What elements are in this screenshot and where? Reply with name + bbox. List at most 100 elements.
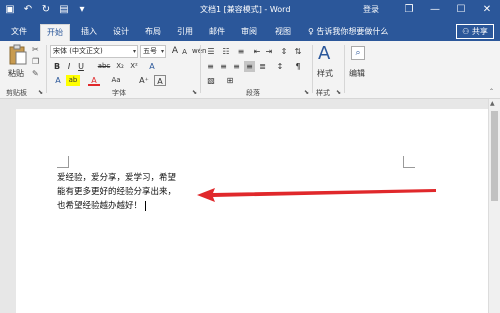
print-preview-icon[interactable]: ▤ (58, 3, 70, 17)
clipboard-launcher-icon[interactable]: ⬊ (38, 89, 43, 96)
document-line-last: 也希望经验越办越好！ (57, 199, 147, 211)
scrollbar-thumb[interactable] (491, 111, 498, 201)
text-effects-icon[interactable]: A (146, 61, 158, 72)
tab-file[interactable]: 文件 (8, 24, 30, 41)
styles-launcher-icon[interactable]: ⬊ (336, 89, 341, 96)
ribbon-tabs: 文件 开始 插入 设计 布局 引用 邮件 审阅 视图 ♀ 告诉我你想要做什么 ⚇… (0, 21, 500, 41)
strikethrough-icon[interactable]: abc (96, 61, 112, 72)
ribbon-home: 粘贴 ✂ ❐ ✎ 剪贴板 ⬊ 宋体 (中文正文) ▾ 五号 ▾ A A wén … (0, 41, 500, 99)
group-divider (46, 45, 47, 93)
format-painter-icon[interactable]: ✎ (32, 69, 39, 78)
change-case-icon[interactable]: Aa (108, 75, 124, 86)
underline-icon[interactable]: U (76, 61, 86, 72)
text-cursor (145, 200, 147, 211)
bullets-icon[interactable]: ☰ (205, 46, 217, 57)
document-title: 文档1 [兼容模式] - Word (200, 5, 291, 14)
highlight-icon[interactable]: ab (66, 75, 80, 86)
share-label: 共享 (471, 27, 488, 36)
copy-icon[interactable]: ❐ (32, 57, 39, 66)
search-icon: ⌕ (351, 46, 365, 60)
styles-icon: A (318, 43, 331, 64)
close-icon[interactable]: ✕ (474, 0, 500, 21)
lightbulb-icon: ♀ (308, 27, 314, 36)
tab-layout[interactable]: 布局 (142, 24, 164, 41)
subscript-icon[interactable]: X₂ (114, 61, 126, 72)
superscript-icon[interactable]: X² (128, 61, 140, 72)
ribbon-display-options-icon[interactable]: ❐ (396, 0, 422, 21)
document-line: 能有更多更好的经验分享出来， (57, 187, 177, 197)
document-line: 爱经验，爱分享，爱学习，希望 (57, 173, 177, 183)
collapse-ribbon-icon[interactable]: ⌃ (489, 88, 494, 95)
chinese-layout-icon[interactable]: ⇕ (278, 46, 290, 57)
styles-label: 样式 (317, 69, 333, 78)
group-divider (344, 45, 345, 93)
tell-me-search[interactable]: ♀ 告诉我你想要做什么 (308, 26, 388, 37)
styles-button[interactable]: A 样式 (316, 44, 338, 84)
tab-insert[interactable]: 插入 (78, 24, 100, 41)
font-name-select[interactable]: 宋体 (中文正文) ▾ (50, 45, 138, 58)
paragraph-launcher-icon[interactable]: ⬊ (304, 89, 309, 96)
multilevel-list-icon[interactable]: ≡ (235, 46, 247, 57)
italic-icon[interactable]: I (64, 61, 74, 72)
cut-icon[interactable]: ✂ (32, 45, 39, 54)
tab-home[interactable]: 开始 (40, 24, 70, 41)
undo-icon[interactable]: ↶ (22, 3, 34, 17)
tab-mailings[interactable]: 邮件 (206, 24, 228, 41)
group-divider (312, 45, 313, 93)
paste-label: 粘贴 (8, 69, 24, 78)
font-launcher-icon[interactable]: ⬊ (192, 89, 197, 96)
paste-button[interactable]: 粘贴 (6, 44, 30, 82)
justify-icon[interactable]: ≡ (244, 61, 255, 72)
margin-mark (403, 156, 415, 168)
chevron-down-icon: ▾ (132, 48, 136, 55)
document-line-text: 也希望经验越办越好！ (57, 201, 143, 211)
paragraph-group-label: 段落 (246, 89, 260, 97)
shrink-font-icon[interactable]: A (180, 47, 189, 58)
title-bar: ▣ ↶ ↻ ▤ ▾ 文档1 [兼容模式] - Word 登录 ❐ — ☐ ✕ (0, 0, 500, 21)
person-icon: ⚇ (462, 27, 470, 36)
align-right-icon[interactable]: ≡ (231, 61, 242, 72)
document-area: 爱经验，爱分享，爱学习，希望 能有更多更好的经验分享出来， 也希望经验越办越好！ (0, 99, 488, 313)
editing-button[interactable]: ⌕ 编辑 (348, 44, 370, 84)
font-size-value: 五号 (143, 47, 157, 55)
distributed-icon[interactable]: ≣ (257, 61, 268, 72)
bold-icon[interactable]: B (52, 61, 62, 72)
font-group-label: 字体 (112, 89, 126, 97)
tab-design[interactable]: 设计 (110, 24, 132, 41)
align-left-icon[interactable]: ≡ (205, 61, 216, 72)
numbering-icon[interactable]: ☷ (220, 46, 232, 57)
group-divider (200, 45, 201, 93)
grow-font-icon[interactable]: A (170, 46, 180, 57)
align-center-icon[interactable]: ≡ (218, 61, 229, 72)
decrease-indent-icon[interactable]: ⇤ (252, 46, 262, 57)
phonetic-guide-icon[interactable]: wén (192, 46, 206, 57)
font-size-select[interactable]: 五号 ▾ (140, 45, 166, 58)
tab-references[interactable]: 引用 (174, 24, 196, 41)
font-color-icon[interactable]: A (88, 75, 100, 86)
login-link[interactable]: 登录 (363, 4, 379, 15)
increase-indent-icon[interactable]: ⇥ (264, 46, 274, 57)
shading-icon[interactable]: ▧ (205, 75, 217, 86)
window-controls: ❐ — ☐ ✕ (396, 0, 500, 21)
sort-icon[interactable]: ⇅ (292, 46, 304, 57)
save-icon[interactable]: ▣ (4, 3, 16, 17)
vertical-scrollbar[interactable]: ▲ (488, 99, 500, 313)
share-button[interactable]: ⚇ 共享 (456, 24, 494, 39)
minimize-icon[interactable]: — (422, 0, 448, 21)
text-effects-2-icon[interactable]: A (52, 75, 64, 86)
styles-group-label: 样式 (316, 89, 330, 97)
line-spacing-icon[interactable]: ↕ (274, 61, 286, 72)
character-border-icon[interactable]: A⁺ (138, 75, 150, 86)
tab-review[interactable]: 审阅 (238, 24, 260, 41)
tab-view[interactable]: 视图 (272, 24, 294, 41)
document-page[interactable]: 爱经验，爱分享，爱学习，希望 能有更多更好的经验分享出来， 也希望经验越办越好！ (16, 109, 488, 313)
redo-icon[interactable]: ↻ (40, 3, 52, 17)
maximize-icon[interactable]: ☐ (448, 0, 474, 21)
annotation-arrow (197, 188, 436, 202)
show-marks-icon[interactable]: ¶ (292, 61, 304, 72)
tell-me-label: 告诉我你想要做什么 (316, 27, 389, 36)
enclosed-character-icon[interactable]: A (154, 75, 166, 86)
borders-icon[interactable]: ⊞ (224, 75, 236, 86)
scroll-up-icon[interactable]: ▲ (490, 100, 495, 107)
customize-qat-icon[interactable]: ▾ (76, 3, 88, 17)
